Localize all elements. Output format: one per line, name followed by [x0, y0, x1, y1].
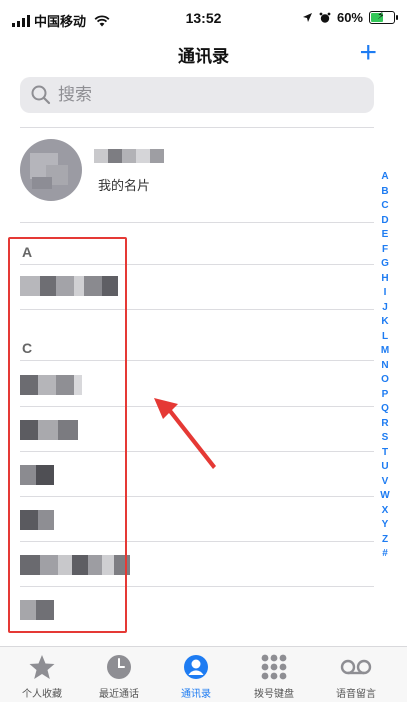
star-icon [29, 655, 55, 679]
index-letter-c[interactable]: C [379, 199, 391, 214]
search-icon [31, 85, 51, 105]
tab-label: 最近通话 [99, 689, 139, 700]
my-card-subtitle: 我的名片 [98, 178, 151, 193]
search-bar[interactable] [20, 77, 374, 113]
index-letter-g[interactable]: G [379, 257, 391, 272]
tab-label: 个人收藏 [22, 689, 62, 700]
index-letter-t[interactable]: T [379, 446, 391, 461]
voicemail-icon [340, 659, 372, 675]
status-right: 60% ⚡ [302, 10, 398, 25]
alarm-icon [319, 12, 331, 23]
status-bar: 中国移动 13:52 60% ⚡ [0, 0, 407, 36]
my-card[interactable]: 我的名片 [18, 137, 368, 203]
divider [20, 222, 374, 223]
index-letter-w[interactable]: W [379, 489, 391, 504]
tab-recents[interactable]: 最近通话 [79, 647, 159, 702]
alphabet-index[interactable]: A B C D E F G H I J K L M N O P Q R S T U V W X Y Z # [379, 170, 391, 562]
index-letter-o[interactable]: O [379, 373, 391, 388]
add-contact-button[interactable]: + [359, 38, 377, 68]
index-letter-s[interactable]: S [379, 431, 391, 446]
index-letter-k[interactable]: K [379, 315, 391, 330]
location-icon [302, 13, 312, 22]
tab-label: 通讯录 [181, 689, 211, 700]
index-letter-z[interactable]: Z [379, 533, 391, 548]
index-letter-n[interactable]: N [379, 359, 391, 374]
index-letter-y[interactable]: Y [379, 518, 391, 533]
index-letter-e[interactable]: E [379, 228, 391, 243]
index-letter-a[interactable]: A [379, 170, 391, 185]
annotation-arrow [154, 398, 216, 469]
tab-keypad[interactable]: 拨号键盘 [234, 647, 314, 702]
index-letter-r[interactable]: R [379, 417, 391, 432]
index-letter-l[interactable]: L [379, 330, 391, 345]
page-title: 通讯录 [178, 47, 229, 66]
navigation-bar: 通讯录 + [0, 36, 407, 76]
index-letter-hash[interactable]: # [379, 547, 391, 562]
battery-icon: ⚡ [369, 10, 398, 24]
search-input[interactable] [56, 84, 340, 106]
tab-voicemail[interactable]: 语音留言 [316, 647, 396, 702]
keypad-icon [261, 654, 287, 680]
tab-favorites[interactable]: 个人收藏 [2, 647, 82, 702]
tab-contacts[interactable]: 通讯录 [156, 647, 236, 702]
tab-bar: 个人收藏 最近通话 通讯录 拨号键盘 语音留言 [0, 646, 407, 702]
index-letter-h[interactable]: H [379, 272, 391, 287]
index-letter-q[interactable]: Q [379, 402, 391, 417]
contacts-icon [184, 655, 208, 679]
tab-label: 语音留言 [336, 689, 376, 700]
index-letter-v[interactable]: V [379, 475, 391, 490]
index-letter-j[interactable]: J [379, 301, 391, 316]
index-letter-i[interactable]: I [379, 286, 391, 301]
my-name-redacted [94, 149, 164, 163]
avatar [20, 139, 82, 201]
index-letter-m[interactable]: M [379, 344, 391, 359]
annotation-box [8, 237, 127, 633]
index-letter-u[interactable]: U [379, 460, 391, 475]
index-letter-f[interactable]: F [379, 243, 391, 258]
index-letter-d[interactable]: D [379, 214, 391, 229]
index-letter-p[interactable]: P [379, 388, 391, 403]
tab-label: 拨号键盘 [254, 689, 294, 700]
battery-percent: 60% [336, 10, 363, 25]
index-letter-x[interactable]: X [379, 504, 391, 519]
clock-icon [107, 655, 131, 679]
divider [20, 127, 374, 128]
index-letter-b[interactable]: B [379, 185, 391, 200]
